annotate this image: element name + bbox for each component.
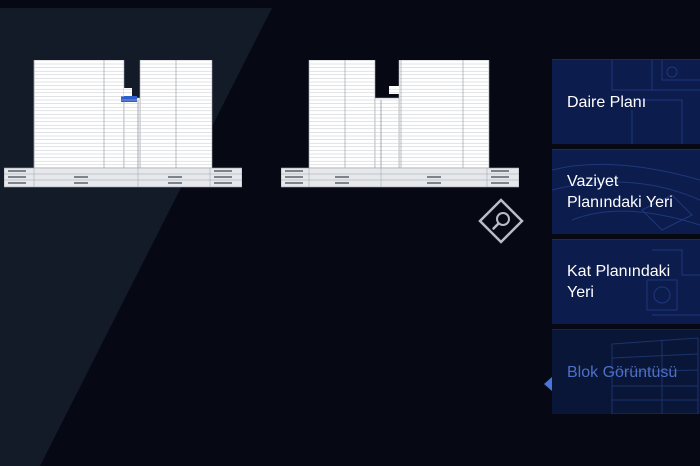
block-elevation-right bbox=[281, 60, 519, 188]
active-pointer-icon bbox=[544, 377, 552, 391]
menu-item-daire-plani[interactable]: Daire Planı bbox=[552, 59, 700, 144]
menu-item-vaziyet-plani[interactable]: Vaziyet Planındaki Yeri bbox=[552, 149, 700, 234]
menu-item-label: Blok Görüntüsü bbox=[567, 363, 678, 381]
menu-item-kat-plani[interactable]: Kat Planındaki Yeri bbox=[552, 239, 700, 324]
menu-item-label: Kat Planındaki Yeri bbox=[567, 263, 671, 301]
zoom-button[interactable] bbox=[478, 198, 524, 244]
menu-item-blok-goruntusu[interactable]: Blok Görüntüsü bbox=[552, 329, 700, 414]
block-elevation-left-drawing bbox=[4, 60, 242, 188]
view-menu: Daire Planı Vaziyet Planındaki Yeri Kat … bbox=[552, 59, 700, 414]
block-elevation-left bbox=[4, 60, 242, 188]
menu-item-label: Vaziyet Planındaki Yeri bbox=[567, 173, 673, 211]
menu-item-label: Daire Planı bbox=[567, 93, 647, 111]
block-elevation-right-drawing bbox=[281, 60, 519, 188]
magnifier-icon bbox=[478, 198, 524, 244]
